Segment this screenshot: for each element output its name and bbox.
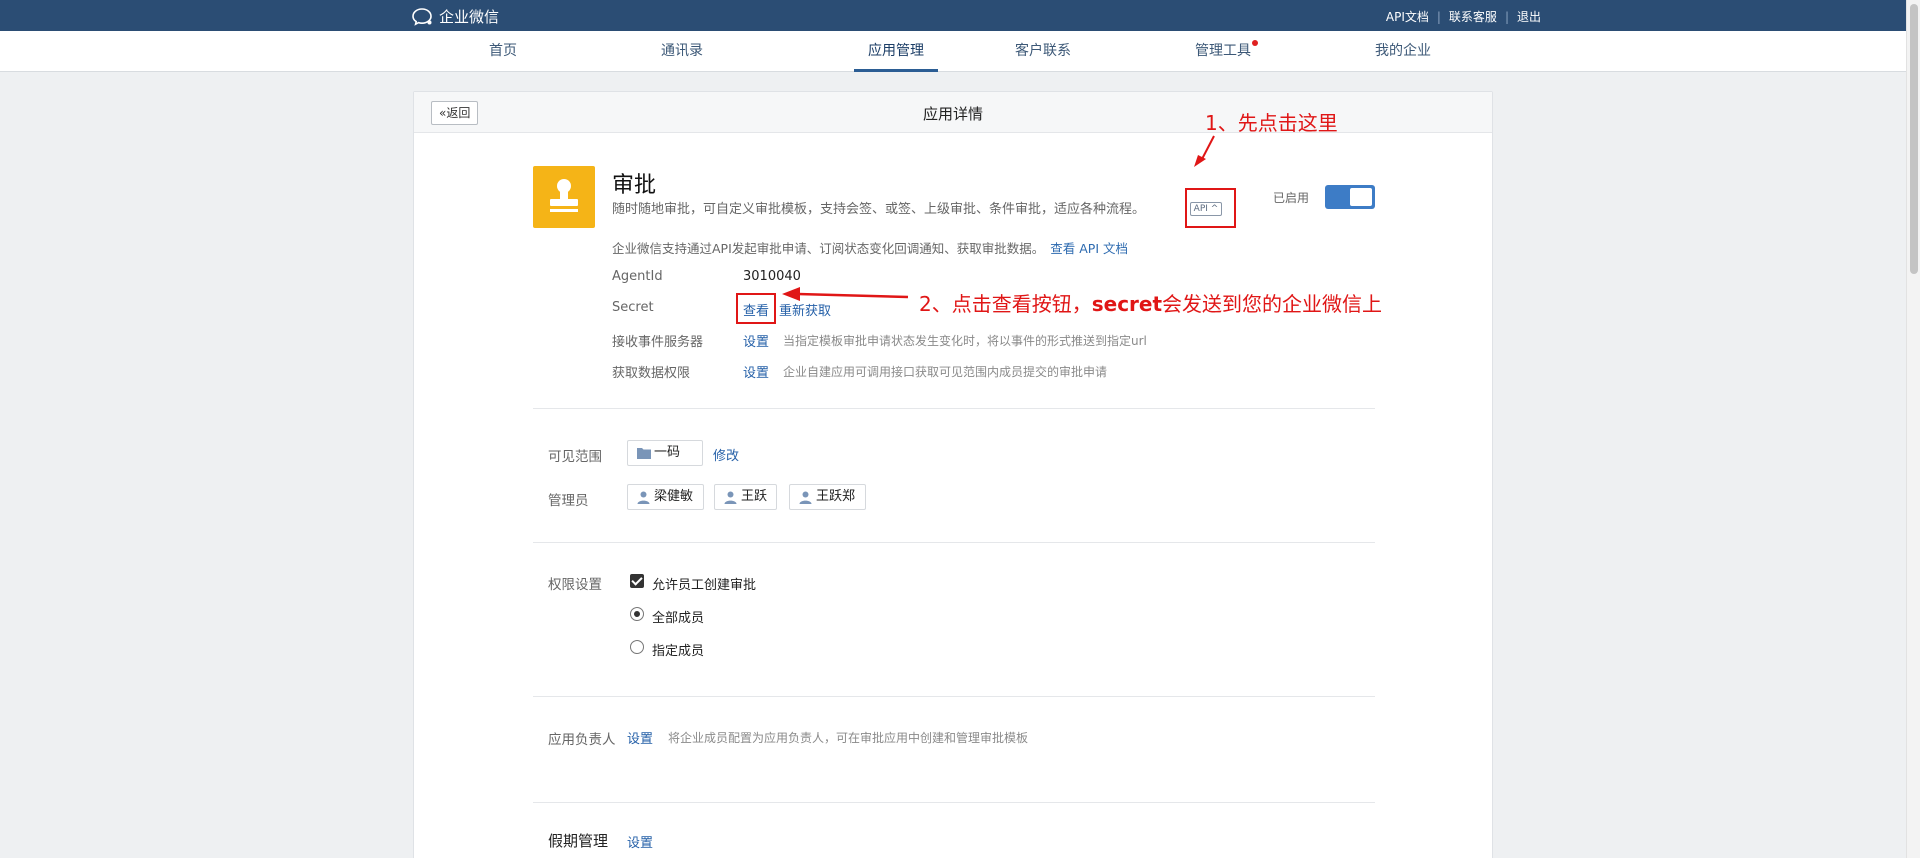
leave-management-label: 假期管理 [548,832,609,850]
visibility-scope-tag: 一码 [627,440,703,466]
specific-members-label: 指定成员 [652,644,705,659]
owner-hint: 将企业成员配置为应用负责人，可在审批应用中创建和管理审批模板 [668,731,1029,745]
toggle-knob [1350,188,1372,206]
annotation-box-view [736,293,776,324]
api-docs-link[interactable]: API文档 [1386,8,1429,25]
permissions-label: 权限设置 [548,577,602,593]
app-description: 随时随地审批，可自定义审批模板，支持会签、或签、上级审批、条件审批，适应各种流程… [612,202,1146,217]
agentid-value: 3010040 [743,269,801,284]
nav-customer-contact[interactable]: 客户联系 [1008,31,1078,72]
agentid-label: AgentId [612,269,663,284]
user-icon [799,491,812,504]
visibility-label: 可见范围 [548,449,602,465]
top-bar: 企业微信 API文档 | 联系客服 | 退出 [0,0,1920,31]
api-note: 企业微信支持通过API发起审批申请、订阅状态变化回调通知、获取审批数据。 查看 A… [612,238,1128,257]
annotation-step2-suffix: 会发送到您的企业微信上 [1162,292,1383,316]
all-members-radio[interactable] [630,607,644,621]
specific-members-radio[interactable] [630,640,644,654]
approval-app-icon [533,166,595,228]
event-server-setup-link[interactable]: 设置 [743,331,769,350]
contact-support-link[interactable]: 联系客服 [1449,8,1497,25]
divider [533,802,1375,803]
visibility-edit-link[interactable]: 修改 [713,445,739,464]
data-permission-setup-link[interactable]: 设置 [743,362,769,381]
admin-tag: 王跃郑 [789,484,866,510]
folder-icon [637,448,651,459]
nav-my-company[interactable]: 我的企业 [1368,31,1438,72]
scrollbar-thumb[interactable] [1910,4,1918,274]
top-links: API文档 | 联系客服 | 退出 [1386,8,1541,25]
user-icon [724,491,737,504]
annotation-arrow-down-icon [1194,135,1215,167]
nav-home[interactable]: 首页 [478,31,528,72]
annotation-step2-bold: secret [1091,292,1163,316]
admin-tag: 梁健敏 [627,484,704,510]
admin-tag: 王跃 [714,484,777,510]
main-nav: 首页 通讯录 应用管理 客户联系 管理工具 我的企业 [0,31,1920,72]
event-server-hint: 当指定模板审批申请状态发生变化时，将以事件的形式推送到指定url [783,334,1147,348]
secret-label: Secret [612,300,654,315]
logout-link[interactable]: 退出 [1517,8,1541,25]
annotation-step2: 2、点击查看按钮，secret会发送到您的企业微信上 [919,288,1382,317]
admin-name: 王跃郑 [816,489,856,504]
api-note-text: 企业微信支持通过API发起审批申请、订阅状态变化回调通知、获取审批数据。 [612,241,1045,256]
app-detail-card: «返回 应用详情 审批 随时随地审批，可自定义审批模板，支持会签、或签、上级审批… [413,91,1493,858]
stamp-icon [550,179,578,212]
nav-admin-tools[interactable]: 管理工具 [1188,31,1258,72]
nav-app-management[interactable]: 应用管理 [854,31,938,72]
notification-dot [1252,40,1258,46]
nav-contacts[interactable]: 通讯录 [652,31,712,72]
owner-label: 应用负责人 [548,732,616,748]
all-members-label: 全部成员 [652,611,705,626]
brand-name: 企业微信 [439,8,500,26]
admin-name: 梁健敏 [654,489,694,504]
separator: | [1504,9,1509,24]
annotation-arrow-left-icon [782,287,909,301]
event-server-label: 接收事件服务器 [612,335,704,350]
separator: | [1436,9,1441,24]
allow-create-label: 允许员工创建审批 [652,578,757,593]
visibility-scope: 一码 [654,445,681,460]
admin-name: 王跃 [741,489,768,504]
data-permission-label: 获取数据权限 [612,366,691,381]
owner-setup-link[interactable]: 设置 [627,728,653,747]
brand-logo[interactable]: 企业微信 [412,6,499,27]
allow-create-checkbox[interactable] [630,574,644,588]
wecom-logo-icon [412,7,432,26]
admins-label: 管理员 [548,493,589,509]
data-permission-hint: 企业自建应用可调用接口获取可见范围内成员提交的审批申请 [783,365,1108,379]
divider [533,542,1375,543]
leave-setup-link[interactable]: 设置 [627,832,653,851]
divider [533,408,1375,409]
divider [533,696,1375,697]
app-name: 审批 [612,173,657,198]
enable-toggle[interactable] [1325,185,1375,209]
status-label: 已启用 [1273,191,1310,205]
api-doc-link[interactable]: 查看 API 文档 [1050,241,1128,256]
annotation-step1: 1、先点击这里 [1205,111,1338,135]
annotation-box-api [1185,188,1236,228]
page-scrollbar[interactable] [1906,0,1920,858]
user-icon [637,491,650,504]
annotation-step2-prefix: 2、点击查看按钮， [919,292,1092,316]
